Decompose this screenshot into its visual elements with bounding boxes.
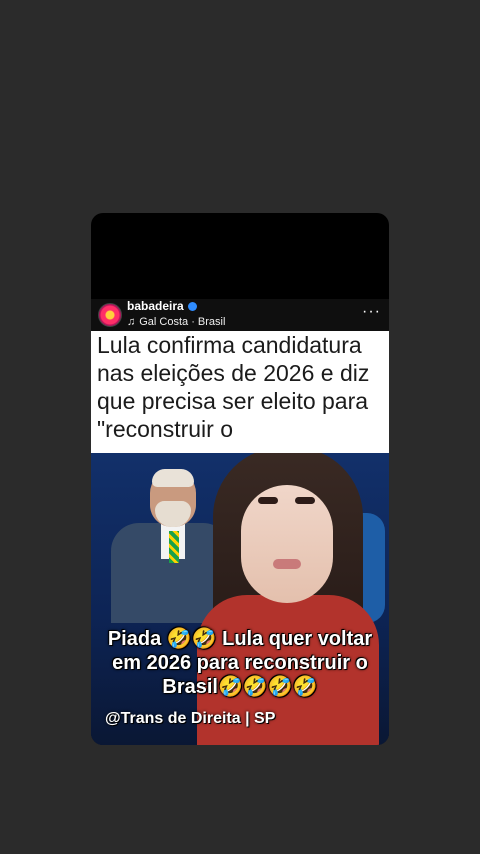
verified-badge-icon xyxy=(187,301,197,311)
video-frame xyxy=(91,453,389,745)
video-caption: Piada 🤣🤣 Lula quer voltar em 2026 para r… xyxy=(107,628,373,698)
avatar[interactable] xyxy=(98,303,122,327)
more-options-icon[interactable]: ··· xyxy=(362,303,381,321)
presenter-image xyxy=(197,453,379,745)
username[interactable]: babadeira xyxy=(127,299,197,313)
audio-label[interactable]: ♫ Gal Costa · Brasil xyxy=(127,316,225,328)
music-note-icon: ♫ xyxy=(127,316,136,328)
headline-box: Lula confirma candidatura nas eleições d… xyxy=(91,331,389,453)
username-label: babadeira xyxy=(127,299,184,313)
headline-text: Lula confirma candidatura nas eleições d… xyxy=(97,332,370,442)
audio-text: Gal Costa · Brasil xyxy=(139,316,226,328)
story-card: babadeira ♫ Gal Costa · Brasil ··· Lula … xyxy=(91,213,389,745)
watermark: @Trans de Direita | SP xyxy=(105,710,276,727)
